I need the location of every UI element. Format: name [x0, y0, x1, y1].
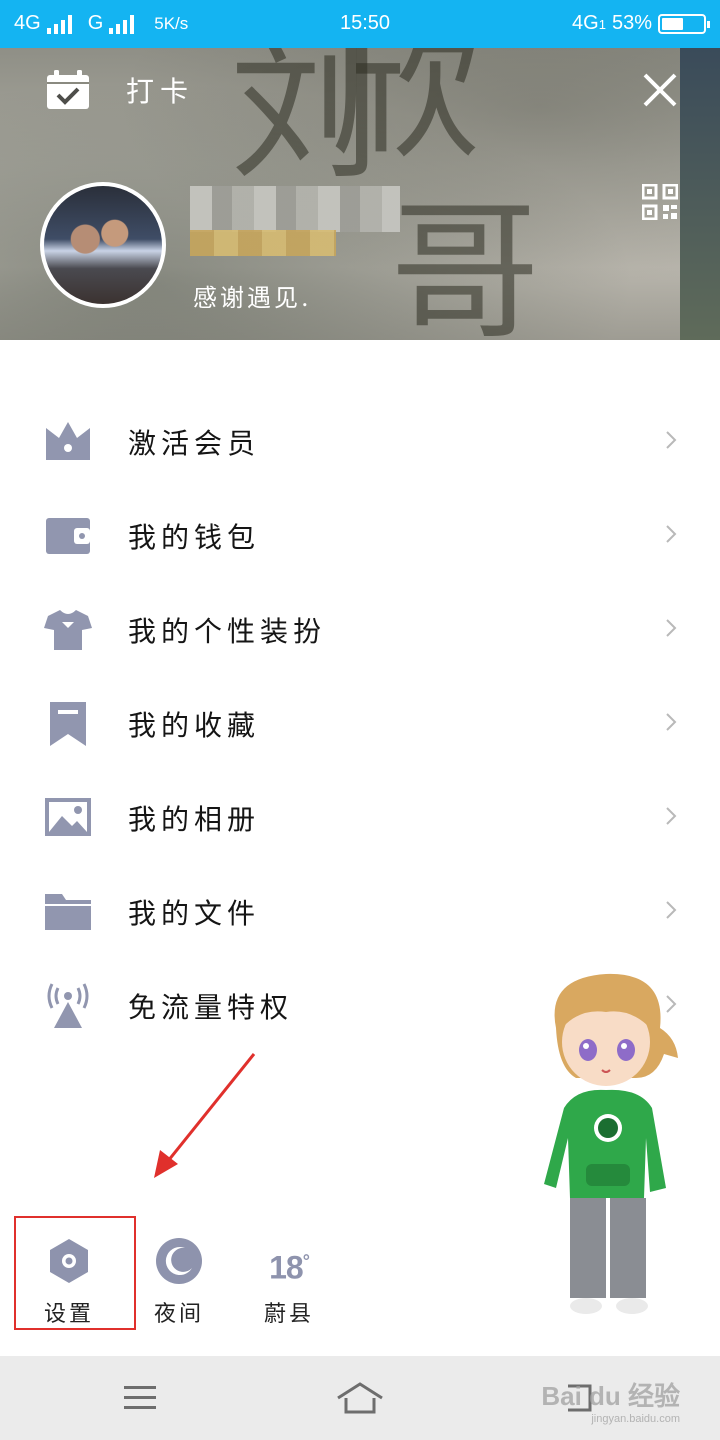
menu-item-favorites[interactable]: 我的收藏 — [0, 676, 720, 770]
battery-icon — [658, 13, 710, 34]
chevron-right-icon — [666, 619, 677, 637]
network-type-right: 4G1 — [572, 12, 606, 34]
bark-carving: 哥 — [390, 186, 541, 340]
wallet-icon — [46, 518, 90, 554]
menu-item-label: 我的相册 — [128, 803, 261, 836]
level-badge-blurred — [190, 230, 336, 256]
menu-item-label: 激活会员 — [128, 427, 261, 460]
night-mode-button[interactable]: 夜间 — [124, 1232, 234, 1332]
chevron-right-icon — [666, 431, 677, 449]
menu-item-files[interactable]: 我的文件 — [0, 864, 720, 958]
moon-icon — [156, 1238, 202, 1284]
status-right: 4G1 53% — [572, 12, 710, 35]
menu-item-activate-vip[interactable]: 激活会员 — [0, 394, 720, 488]
tshirt-icon — [44, 610, 92, 650]
network-speed: 5K/s — [154, 13, 189, 33]
network-type-2: G — [87, 12, 104, 34]
status-bar: 4G G 5K/s 15:50 4G1 53% — [0, 0, 720, 48]
chevron-right-icon — [666, 525, 677, 543]
drawer-menu: 激活会员 我的钱包 我的个性装扮 我的收藏 我的相册 我的文件 免流量特权 — [0, 394, 720, 1052]
chevron-right-icon — [666, 713, 677, 731]
menu-item-label: 我的收藏 — [128, 709, 261, 742]
weather-location: 蔚县 — [263, 1302, 314, 1327]
settings-hexagon-icon — [50, 1239, 88, 1283]
chevron-right-icon — [666, 901, 677, 919]
avatar[interactable] — [40, 182, 166, 308]
qr-code-icon[interactable] — [642, 184, 678, 220]
home-icon[interactable] — [336, 1378, 384, 1418]
calendar-check-icon — [47, 70, 89, 109]
network-type-1: 4G — [14, 12, 41, 34]
drawer-page: 4G G 5K/s 15:50 4G1 53% 刘 欣 哥 打卡 感谢遇见. 激… — [0, 0, 720, 1440]
broadcast-tower-icon — [47, 983, 89, 1028]
crown-icon — [46, 422, 90, 460]
photo-icon — [45, 798, 91, 836]
annotation-arrow — [154, 1053, 256, 1178]
checkin-button[interactable]: 打卡 — [46, 70, 194, 110]
profile-header: 刘 欣 哥 打卡 感谢遇见. — [0, 48, 720, 340]
menu-icon[interactable] — [120, 1378, 160, 1418]
menu-item-label: 我的文件 — [128, 897, 261, 930]
menu-item-label: 我的钱包 — [128, 521, 261, 554]
background-photo-edge — [680, 48, 720, 340]
menu-item-personalization[interactable]: 我的个性装扮 — [0, 582, 720, 676]
night-mode-label: 夜间 — [153, 1302, 204, 1327]
baidu-watermark: Bai du 经验 jingyan.baidu.com — [541, 1381, 680, 1425]
menu-item-label: 我的个性装扮 — [128, 615, 327, 648]
settings-label: 设置 — [43, 1302, 94, 1327]
menu-item-album[interactable]: 我的相册 — [0, 770, 720, 864]
nickname-blurred[interactable] — [190, 186, 400, 232]
status-left: 4G G 5K/s — [14, 12, 188, 35]
settings-button[interactable]: 设置 — [14, 1232, 124, 1332]
folder-icon — [45, 894, 91, 930]
signature-text[interactable]: 感谢遇见. — [193, 278, 312, 313]
signal-icon — [109, 14, 135, 34]
cartoon-girl-sticker — [544, 973, 678, 1314]
weather-button[interactable]: 18° 蔚县 — [234, 1232, 344, 1332]
weather-temperature: 18° — [269, 1249, 310, 1286]
menu-item-label: 免流量特权 — [128, 991, 294, 1024]
checkin-label: 打卡 — [126, 75, 195, 108]
battery-percent: 53% — [611, 12, 652, 34]
clock: 15:50 — [340, 12, 391, 34]
close-icon[interactable] — [640, 70, 680, 110]
signal-icon — [46, 14, 72, 34]
menu-item-wallet[interactable]: 我的钱包 — [0, 488, 720, 582]
chevron-right-icon — [666, 807, 677, 825]
bookmark-icon — [50, 702, 86, 746]
bark-carving: 欣 — [330, 48, 481, 180]
